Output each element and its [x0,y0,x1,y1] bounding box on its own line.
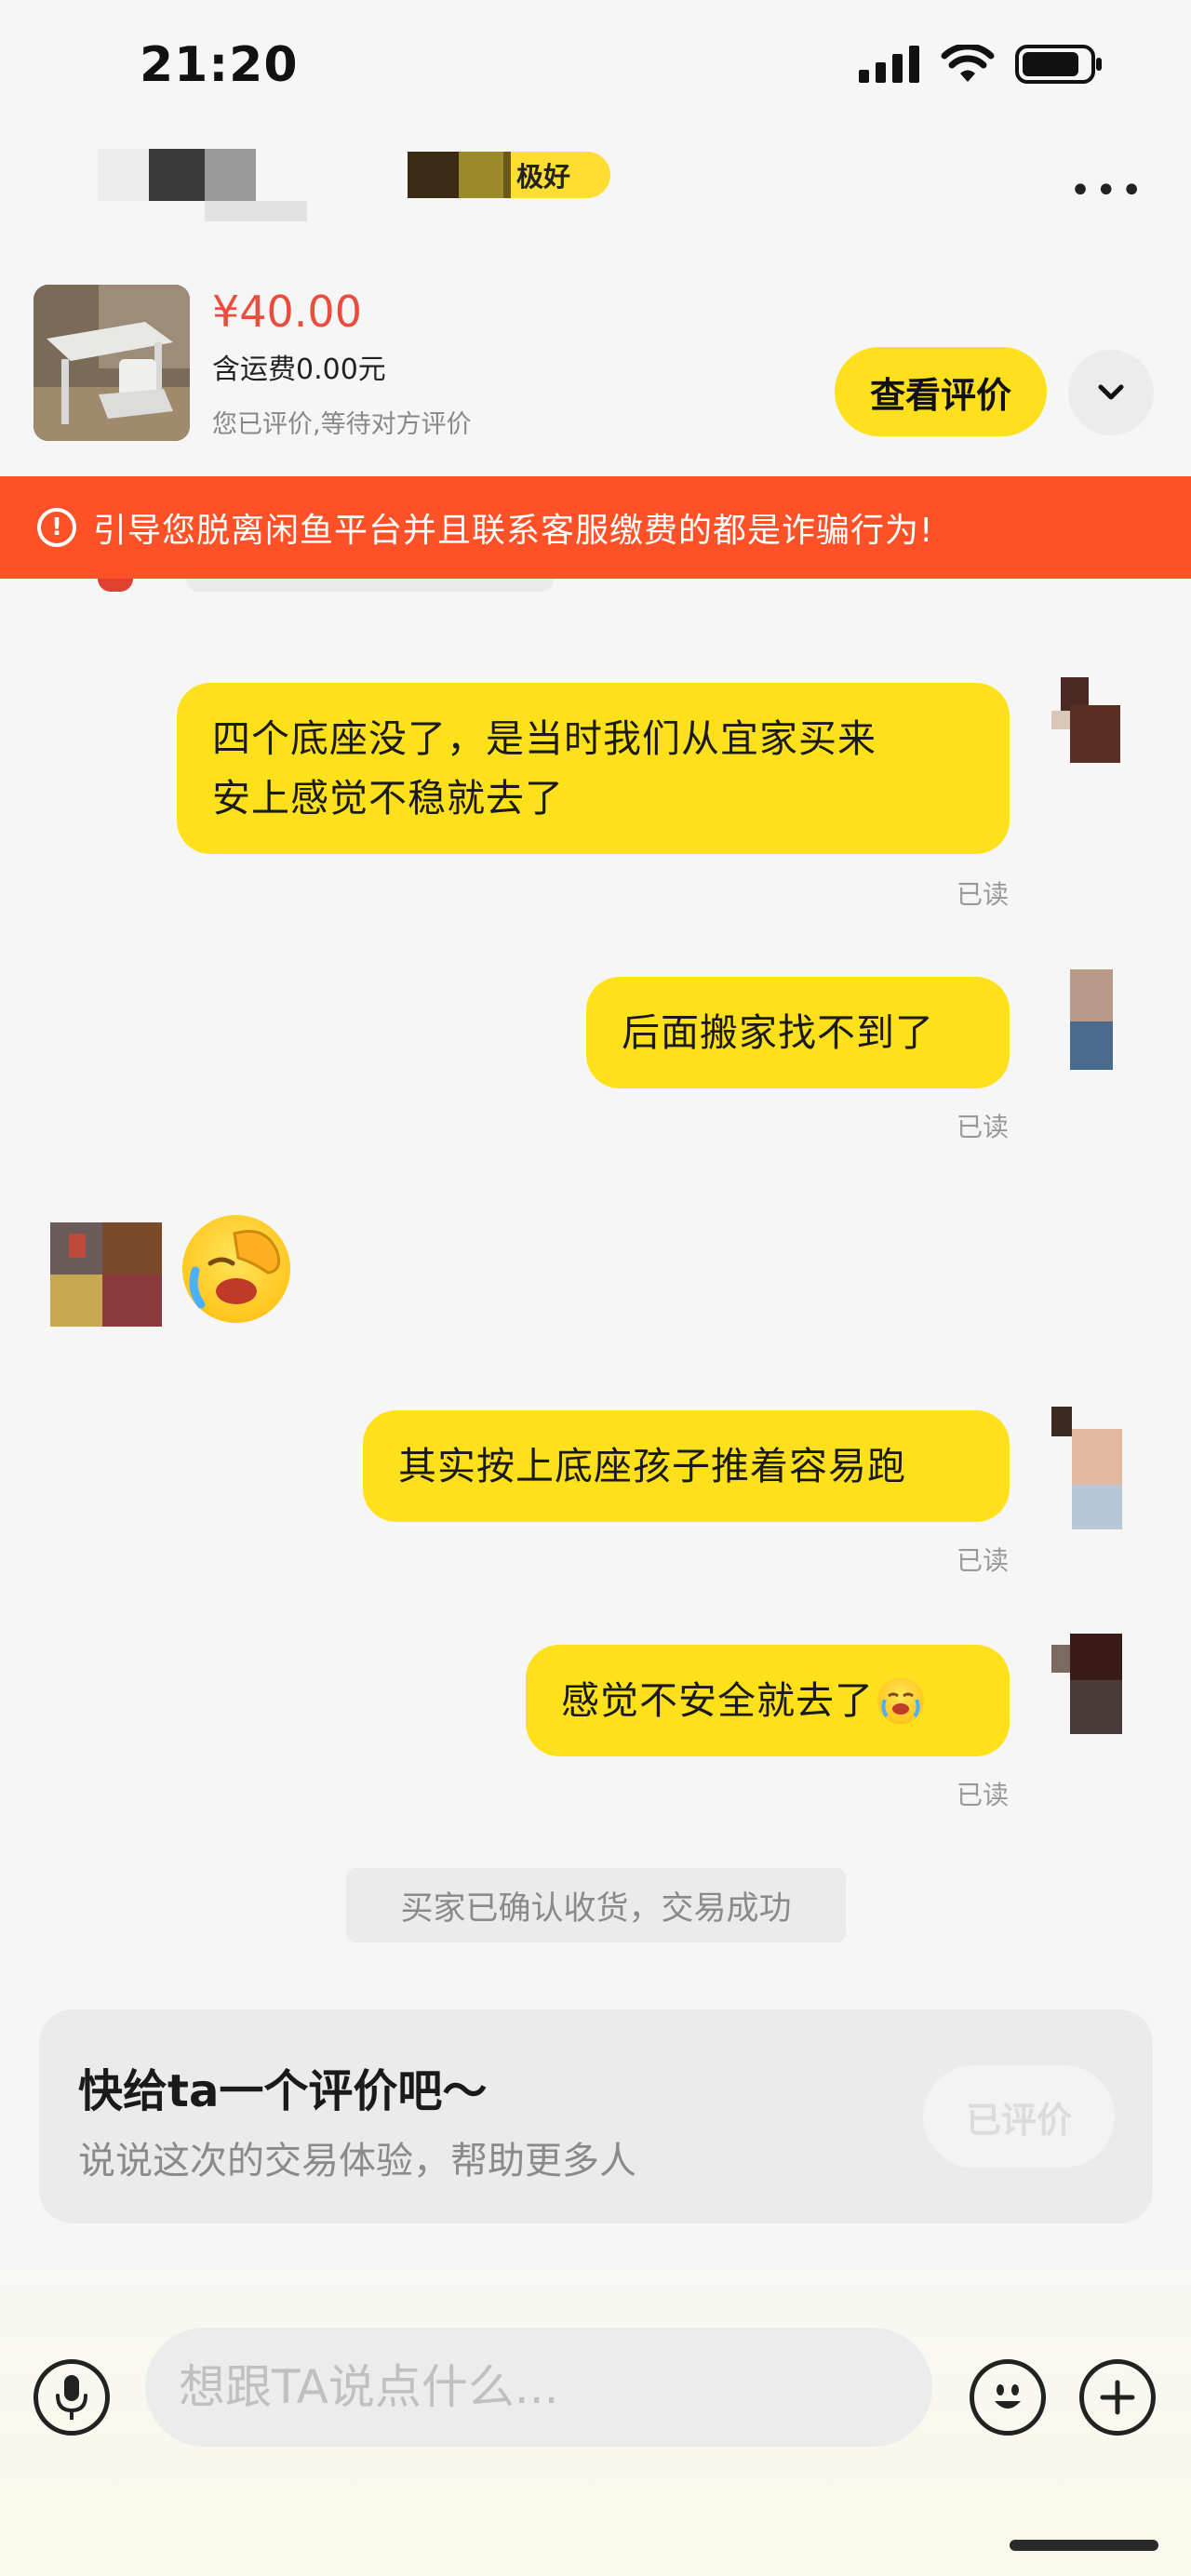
facepalm-crying-emoji [182,1215,290,1323]
credit-badge-blur [408,152,459,198]
message-bubble[interactable]: 后面搬家找不到了 [586,977,1010,1088]
message-bubble[interactable]: 感觉不安全就去了 [526,1645,1010,1756]
other-avatar[interactable] [50,1222,162,1327]
credit-badge: 极好 [408,152,610,198]
seller-name-blur-2 [205,149,256,201]
message-text: 感觉不安全就去了 [561,1678,874,1723]
microphone-icon [56,2375,87,2420]
credit-badge-blur-2 [459,152,503,198]
battery-icon [1015,45,1102,84]
expand-button[interactable] [1068,350,1154,435]
read-receipt: 已读 [957,879,1010,910]
seller-avatar-blur[interactable] [98,149,149,201]
add-button[interactable] [1079,2359,1156,2436]
smile-icon [995,2384,1021,2409]
message-text: 其实按上底座孩子推着容易跑 [398,1444,906,1488]
review-prompt-card: 快给ta一个评价吧～ 说说这次的交易体验，帮助更多人 已评价 [39,2009,1153,2223]
voice-button[interactable] [33,2359,110,2436]
message-text-line: 四个底座没了，是当时我们从宜家买来 [212,716,877,761]
product-thumbnail[interactable] [33,285,190,441]
view-review-button[interactable]: 查看评价 [835,347,1047,436]
my-avatar[interactable] [1051,677,1120,763]
my-avatar[interactable] [1070,969,1113,1070]
read-receipt: 已读 [957,1545,1010,1576]
review-prompt-title: 快给ta一个评价吧～ [78,2065,488,2117]
emoji-button[interactable] [970,2359,1046,2436]
avatar-peek [98,579,133,592]
warning-text: 引导您脱离闲鱼平台并且联系客服缴费的都是诈骗行为! [93,512,934,550]
crying-emoji [877,1677,924,1724]
bubble-peek [186,579,554,592]
chat-screen: 21:20 极好 ••• ¥40.00 含运费0.00元 您已评价,等待对方评价… [0,0,1191,2576]
wifi-icon [941,45,995,82]
read-receipt: 已读 [957,1780,1010,1810]
warning-icon: ! [37,508,76,547]
more-icon[interactable]: ••• [1069,172,1146,209]
status-time: 21:20 [140,37,299,93]
status-icons [859,45,1103,84]
seller-name-blur [149,149,205,201]
message-bubble[interactable]: 其实按上底座孩子推着容易跑 [363,1410,1010,1522]
credit-badge-blur-3 [503,152,511,198]
message-text-line: 安上感觉不稳就去了 [212,776,564,821]
fraud-warning-banner: ! 引导您脱离闲鱼平台并且联系客服缴费的都是诈骗行为! [0,476,1191,579]
plus-icon [1100,2380,1135,2415]
credit-badge-label: 极好 [516,161,571,193]
message-input[interactable] [145,2328,932,2447]
product-shipping: 含运费0.00元 [212,354,386,386]
chevron-down-icon [1098,384,1124,400]
message-bubble[interactable]: 四个底座没了，是当时我们从宜家买来 安上感觉不稳就去了 [177,683,1010,854]
signal-icon [859,46,919,83]
home-indicator [1010,2540,1158,2551]
read-receipt: 已读 [957,1112,1010,1142]
review-prompt-subtitle: 说说这次的交易体验，帮助更多人 [78,2140,636,2182]
my-avatar[interactable] [1051,1634,1122,1734]
my-avatar[interactable] [1051,1407,1122,1529]
message-text: 后面搬家找不到了 [622,1010,934,1055]
transaction-status: 买家已确认收货，交易成功 [346,1868,846,1942]
reviewed-button[interactable]: 已评价 [923,2065,1115,2168]
review-status: 您已评价,等待对方评价 [212,410,472,439]
product-price: ¥40.00 [212,287,362,337]
seller-meta-blur [205,201,307,221]
